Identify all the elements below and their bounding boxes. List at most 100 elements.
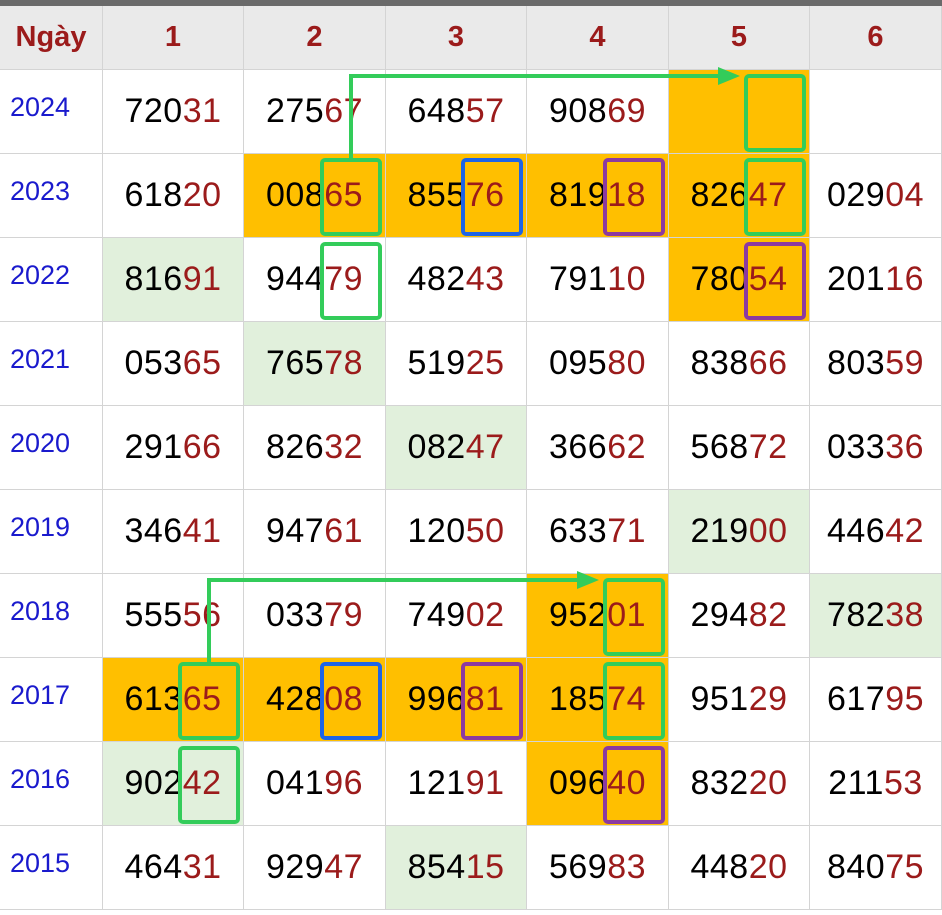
green-highlight-box [744,158,806,236]
green-highlight-box [320,158,382,236]
result-cell: 219 00 [669,490,810,574]
result-head-digits: 826 [690,176,749,214]
result-head-digits: 095 [548,344,608,382]
result-cell: 555 56 [103,574,244,658]
result-cell: 617 95 [810,658,942,742]
header-column-4: 4 [527,6,669,70]
result-tail-digits: 42 [885,512,925,550]
result-cell: 482 43 [386,238,527,322]
result-head-digits: 121 [407,764,466,802]
result-cell: 291 66 [103,406,244,490]
result-head-digits: 648 [407,92,466,130]
result-tail-digits: 66 [748,344,788,382]
result-head-digits: 617 [826,680,886,718]
result-head-digits: 832 [690,764,749,802]
result-cell: 033 79 [244,574,386,658]
result-head-digits: 294 [690,596,749,634]
result-head-digits: 219 [690,512,749,550]
result-tail-digits: 69 [607,92,647,130]
result-tail-digits: 20 [748,848,788,886]
result-head-digits: 944 [265,260,325,298]
result-tail-digits: 62 [607,428,647,466]
result-tail-digits: 31 [182,92,222,130]
year-label-2016: 2016 [0,742,103,826]
result-head-digits: 826 [265,428,325,466]
result-cell: 121 91 [386,742,527,826]
result-head-digits: 033 [826,428,886,466]
result-cell: 053 65 [103,322,244,406]
result-cell: 448 20 [669,826,810,910]
result-head-digits: 428 [265,680,325,718]
result-head-digits: 568 [690,428,749,466]
result-tail-digits: 72 [748,428,788,466]
result-tail-digits: 65 [182,344,222,382]
result-cell: 749 02 [386,574,527,658]
result-head-digits: 854 [407,848,466,886]
result-head-digits: 838 [690,344,749,382]
result-head-digits: 780 [690,260,749,298]
result-tail-digits: 56 [182,596,222,634]
result-head-digits: 749 [407,596,466,634]
result-head-digits: 902 [124,764,183,802]
result-head-digits: 082 [407,428,466,466]
result-tail-digits: 29 [748,680,788,718]
result-tail-digits: 95 [885,680,925,718]
blue-highlight-box [461,158,523,236]
result-head-digits: 803 [826,344,886,382]
result-tail-digits: 10 [607,260,647,298]
result-head-digits: 791 [548,260,608,298]
result-cell: 840 75 [810,826,942,910]
result-cell: 519 25 [386,322,527,406]
result-cell: 082 47 [386,406,527,490]
result-head-digits: 275 [265,92,325,130]
green-highlight-box [744,74,806,152]
result-tail-digits: 79 [324,596,364,634]
year-label-2024: 2024 [0,70,103,154]
result-head-digits: 008 [265,176,325,214]
result-head-digits: 613 [124,680,183,718]
result-tail-digits: 91 [182,260,222,298]
result-cell [810,70,942,154]
header-column-2: 2 [244,6,386,70]
result-head-digits: 096 [548,764,608,802]
result-head-digits: 855 [407,176,466,214]
result-head-digits: 033 [265,596,325,634]
result-cell: 782 38 [810,574,942,658]
result-head-digits: 185 [548,680,608,718]
result-cell: 951 29 [669,658,810,742]
year-label-2021: 2021 [0,322,103,406]
result-head-digits: 053 [124,344,183,382]
result-cell: 275 67 [244,70,386,154]
result-cell: 832 20 [669,742,810,826]
result-tail-digits: 31 [182,848,222,886]
result-cell: 648 57 [386,70,527,154]
result-tail-digits: 47 [324,848,364,886]
result-head-digits: 555 [124,596,183,634]
purple-highlight-box [603,158,665,236]
result-head-digits: 947 [265,512,325,550]
green-highlight-box [320,242,382,320]
result-tail-digits: 41 [182,512,222,550]
result-cell: 568 72 [669,406,810,490]
result-head-digits: 633 [548,512,608,550]
result-head-digits: 120 [407,512,466,550]
result-tail-digits: 00 [748,512,788,550]
result-tail-digits: 78 [324,344,364,382]
result-cell: 826 32 [244,406,386,490]
result-tail-digits: 57 [465,92,505,130]
result-tail-digits: 20 [748,764,788,802]
result-cell: 803 59 [810,322,942,406]
result-tail-digits: 50 [465,512,505,550]
result-cell: 569 83 [527,826,669,910]
header-column-6: 6 [810,6,942,70]
result-tail-digits: 20 [182,176,222,214]
purple-highlight-box [461,662,523,740]
result-head-digits: 720 [124,92,183,130]
result-cell: 041 96 [244,742,386,826]
result-cell: 464 31 [103,826,244,910]
result-cell: 838 66 [669,322,810,406]
result-tail-digits: 91 [465,764,505,802]
result-tail-digits: 75 [885,848,925,886]
result-tail-digits: 96 [324,764,364,802]
result-cell: 720 31 [103,70,244,154]
